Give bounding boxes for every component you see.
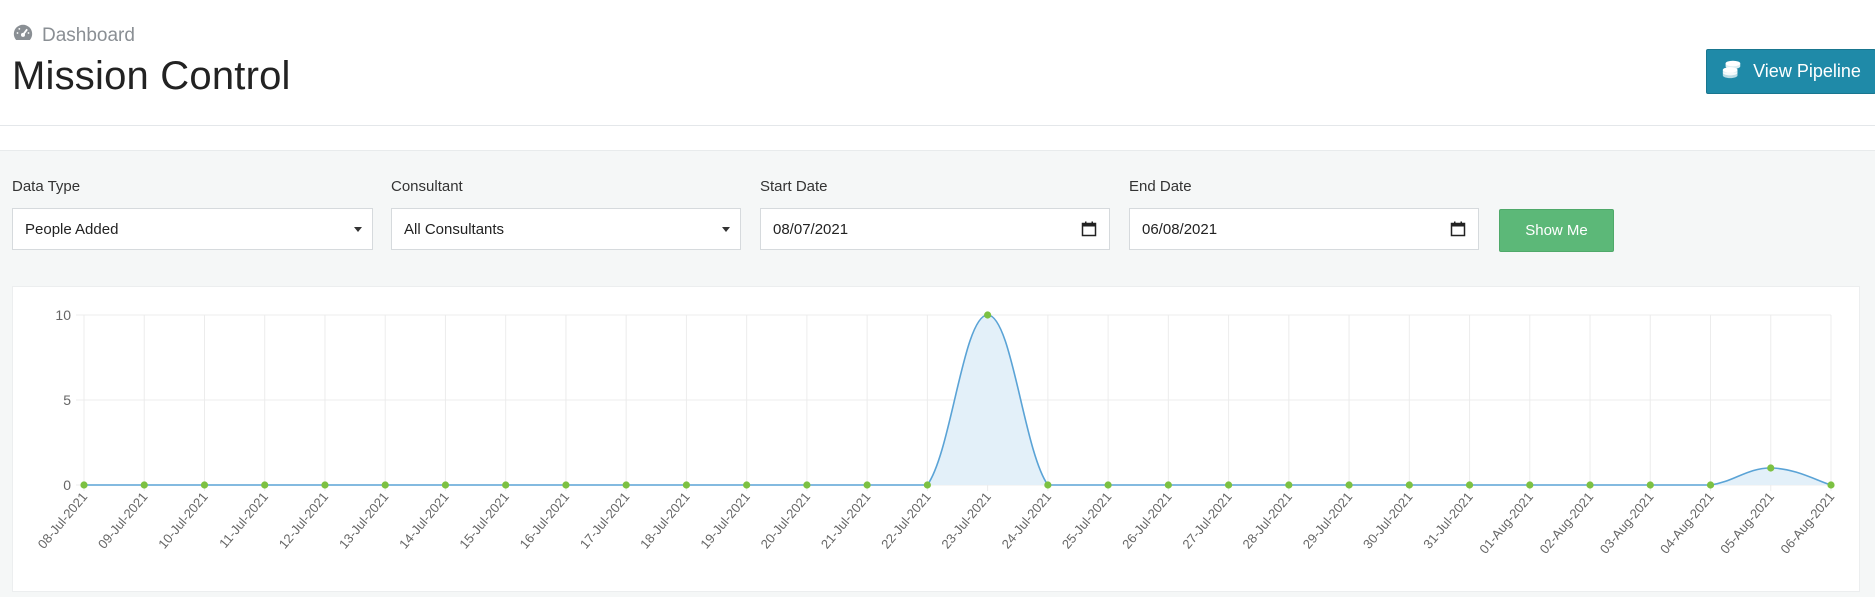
x-tick-label: 23-Jul-2021	[938, 489, 994, 551]
x-tick-label: 27-Jul-2021	[1179, 489, 1235, 551]
data-point	[1104, 481, 1112, 489]
x-tick-label: 05-Aug-2021	[1717, 489, 1777, 556]
data-point	[1285, 481, 1293, 489]
x-tick-label: 08-Jul-2021	[35, 489, 91, 551]
x-tick-label: 29-Jul-2021	[1300, 489, 1356, 551]
view-pipeline-label: View Pipeline	[1753, 61, 1861, 81]
data-point	[923, 481, 931, 489]
data-point	[1405, 481, 1413, 489]
x-tick-label: 31-Jul-2021	[1420, 489, 1476, 551]
x-tick-label: 06-Aug-2021	[1777, 489, 1837, 556]
x-tick-label: 10-Jul-2021	[155, 489, 211, 551]
x-tick-label: 24-Jul-2021	[999, 489, 1055, 551]
x-tick-label: 30-Jul-2021	[1360, 489, 1416, 551]
header-divider	[0, 125, 1875, 126]
consultant-select[interactable]: All Consultants	[391, 208, 741, 250]
data-point	[984, 311, 992, 319]
end-date-input[interactable]: 06/08/2021	[1129, 208, 1479, 250]
end-date-value: 06/08/2021	[1142, 220, 1218, 238]
data-type-value: People Added	[25, 220, 119, 238]
x-tick-label: 04-Aug-2021	[1657, 489, 1717, 556]
x-tick-label: 18-Jul-2021	[637, 489, 693, 551]
x-tick-label: 28-Jul-2021	[1240, 489, 1296, 551]
data-point	[1586, 481, 1594, 489]
view-pipeline-button[interactable]: View Pipeline	[1706, 49, 1875, 94]
data-point	[441, 481, 450, 489]
data-point	[562, 481, 570, 489]
start-date-value: 08/07/2021	[773, 220, 849, 238]
data-point	[1224, 481, 1233, 489]
start-date-input[interactable]: 08/07/2021	[760, 208, 1110, 250]
consultant-value: All Consultants	[404, 220, 505, 238]
dashboard-gauge-icon	[12, 22, 34, 50]
end-date-label: End Date	[1129, 178, 1192, 195]
data-point	[261, 481, 269, 489]
x-tick-label: 22-Jul-2021	[878, 489, 934, 551]
chart-container: 0 5 10 08-Jul-2021 09-Jul-2021 10-Jul-2021 11-…	[12, 286, 1860, 592]
data-point	[743, 481, 751, 489]
chevron-down-icon	[354, 227, 362, 232]
y-tick-label: 10	[55, 307, 71, 323]
data-point	[682, 481, 691, 489]
data-point	[80, 481, 88, 489]
x-tick-label: 12-Jul-2021	[276, 489, 332, 551]
x-tick-label: 25-Jul-2021	[1059, 489, 1115, 551]
x-tick-label: 17-Jul-2021	[577, 489, 633, 551]
data-point	[803, 481, 811, 489]
page-title: Mission Control	[12, 54, 291, 98]
y-tick-label: 5	[63, 392, 71, 408]
data-point	[622, 481, 630, 489]
x-tick-label: 02-Aug-2021	[1537, 489, 1597, 556]
data-point	[1526, 481, 1534, 489]
y-tick-label: 0	[63, 477, 71, 493]
data-point	[1044, 481, 1052, 489]
x-tick-label: 16-Jul-2021	[517, 489, 573, 551]
x-tick-label: 20-Jul-2021	[758, 489, 814, 551]
data-point	[1164, 481, 1172, 489]
breadcrumb-label[interactable]: Dashboard	[42, 25, 135, 47]
calendar-icon[interactable]	[1081, 221, 1097, 237]
data-point	[1465, 481, 1474, 489]
x-tick-label: 11-Jul-2021	[216, 489, 271, 551]
end-date-field: End Date 06/08/2021	[1129, 178, 1479, 250]
x-tick-label: 09-Jul-2021	[95, 489, 151, 551]
start-date-label: Start Date	[760, 178, 828, 195]
data-point	[321, 481, 329, 489]
data-point	[863, 481, 871, 489]
data-point	[140, 481, 148, 489]
data-point	[200, 481, 209, 489]
x-tick-label: 03-Aug-2021	[1597, 489, 1657, 556]
x-tick-label: 26-Jul-2021	[1119, 489, 1175, 551]
data-point	[1767, 464, 1775, 472]
start-date-field: Start Date 08/07/2021	[760, 178, 1110, 250]
data-type-field: Data Type People Added	[12, 178, 373, 250]
data-point	[1706, 481, 1715, 489]
data-point	[381, 481, 389, 489]
x-tick-label: 01-Aug-2021	[1476, 489, 1536, 556]
data-point	[1827, 481, 1835, 489]
breadcrumb: Dashboard	[12, 22, 135, 50]
x-tick-label: 13-Jul-2021	[336, 489, 392, 551]
x-tick-label: 14-Jul-2021	[396, 489, 452, 551]
data-point	[1646, 481, 1654, 489]
consultant-field: Consultant All Consultants	[391, 178, 741, 250]
show-me-button[interactable]: Show Me	[1499, 209, 1614, 252]
coins-icon	[1721, 58, 1743, 85]
data-point	[1345, 481, 1353, 489]
data-type-label: Data Type	[12, 178, 81, 195]
x-tick-label: 15-Jul-2021	[456, 489, 512, 551]
people-added-chart: 0 5 10 08-Jul-2021 09-Jul-2021 10-Jul-2021 11-…	[35, 307, 1838, 557]
x-tick-label: 21-Jul-2021	[818, 489, 874, 551]
x-tick-label: 19-Jul-2021	[697, 489, 753, 551]
consultant-label: Consultant	[391, 178, 463, 195]
calendar-icon[interactable]	[1450, 221, 1466, 237]
data-type-select[interactable]: People Added	[12, 208, 373, 250]
chevron-down-icon	[722, 227, 730, 232]
data-point	[502, 481, 510, 489]
